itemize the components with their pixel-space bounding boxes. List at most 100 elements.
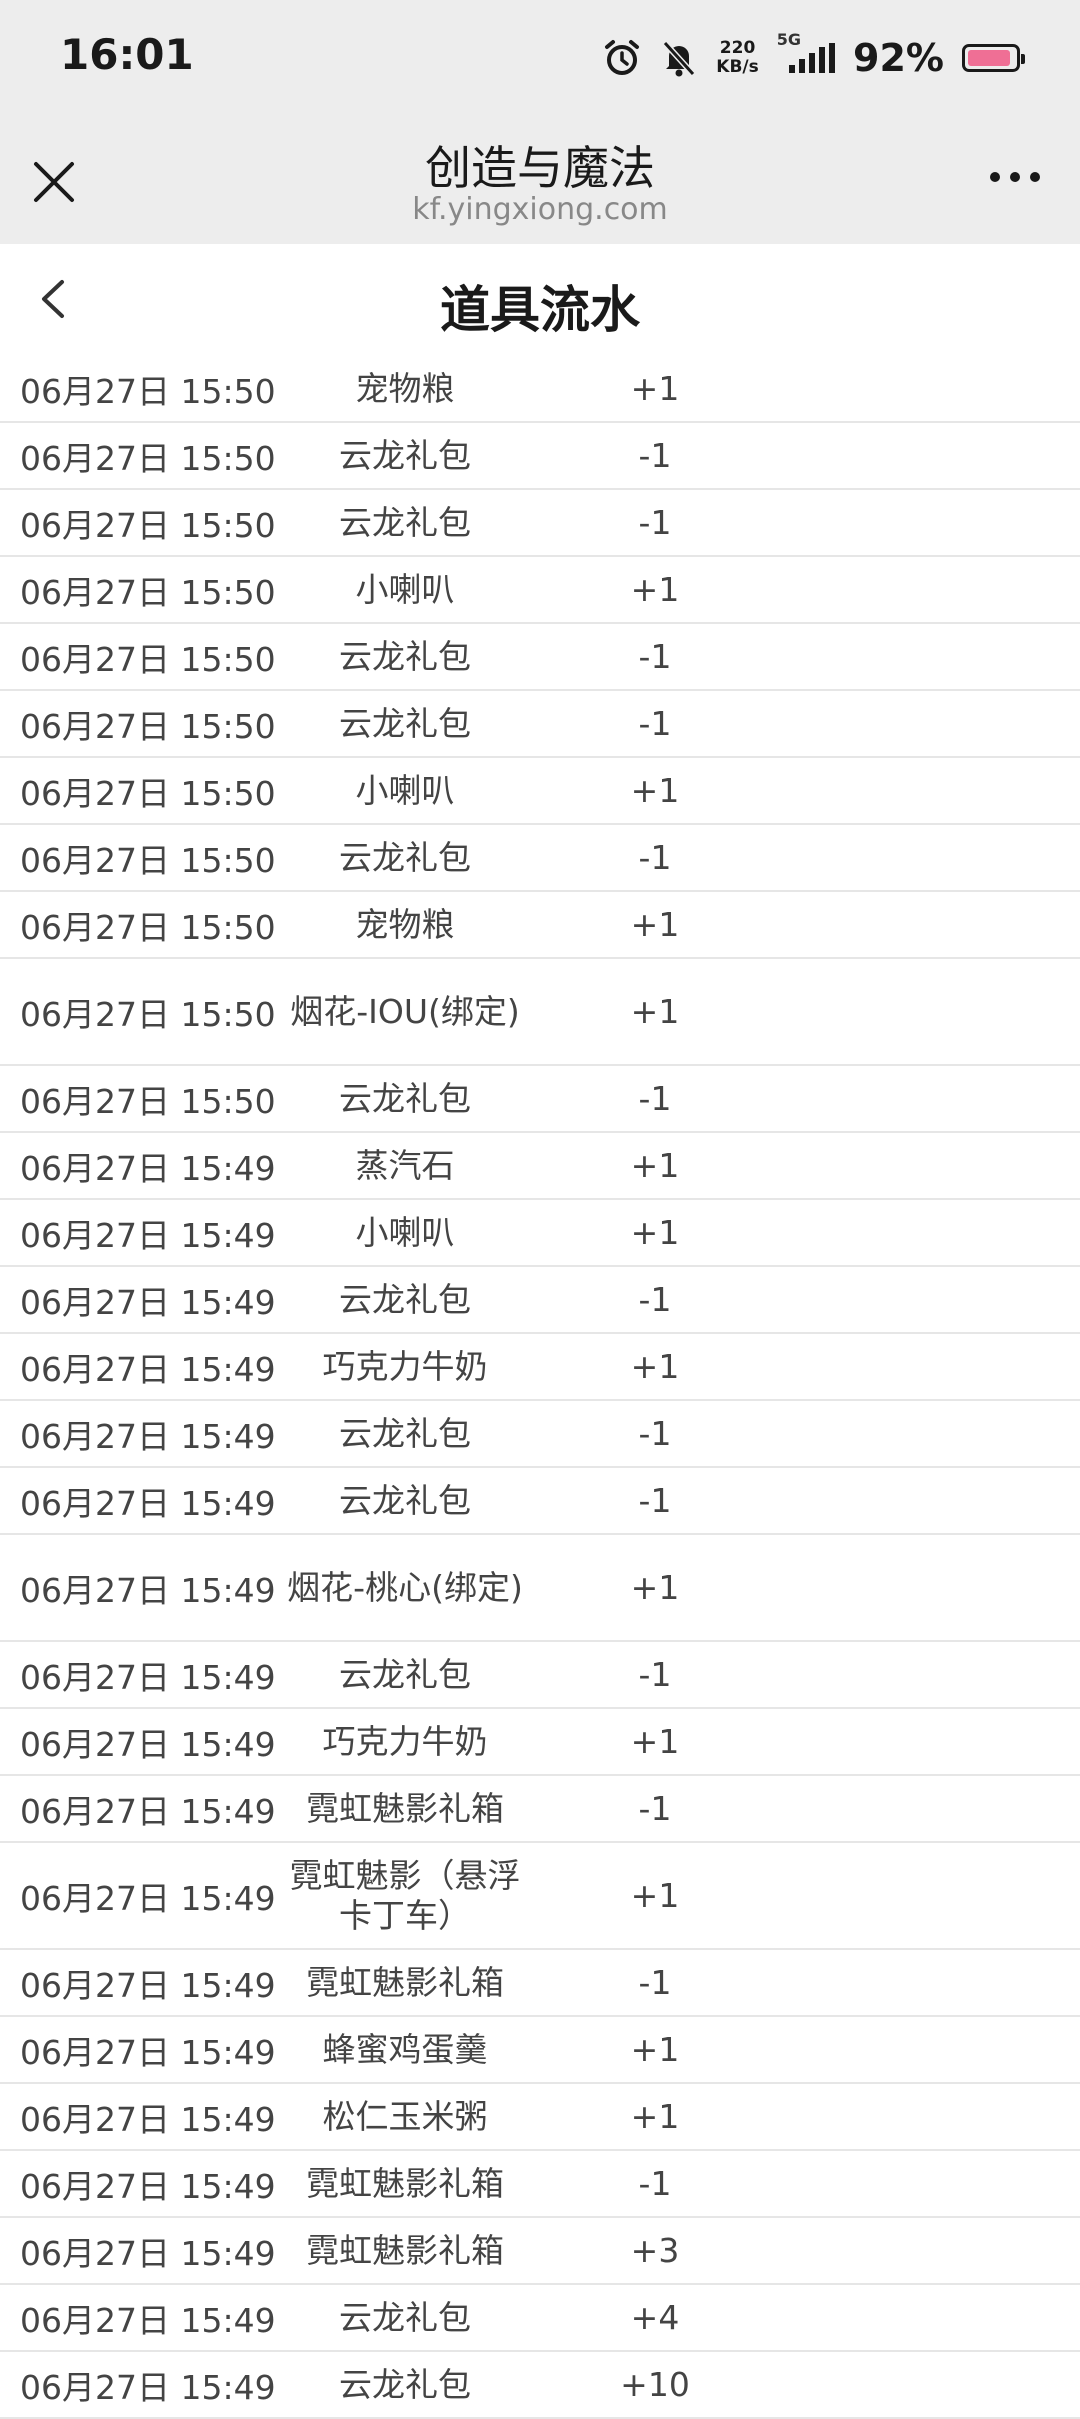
table-row: 06月27日 15:50 云龙礼包 -1 (0, 825, 1080, 892)
row-time: 06月27日 15:50 (20, 773, 276, 813)
table-row: 06月27日 15:49 霓虹魅影礼箱 +3 (0, 2218, 1080, 2285)
table-row: 06月27日 15:49 蒸汽石 +1 (0, 1133, 1080, 1200)
battery-icon (962, 44, 1025, 72)
table-row: 06月27日 15:49 霓虹魅影礼箱 -1 (0, 2151, 1080, 2218)
row-time: 06月27日 15:49 (20, 1349, 276, 1389)
network-type: 5G (776, 30, 802, 49)
row-time: 06月27日 15:50 (20, 840, 276, 880)
row-item-name: 云龙礼包 (339, 2364, 471, 2404)
table-row: 06月27日 15:50 云龙礼包 -1 (0, 1066, 1080, 1133)
row-delta: +1 (630, 771, 680, 810)
row-delta: +3 (630, 2231, 680, 2270)
table-row: 06月27日 15:49 云龙礼包 -1 (0, 1267, 1080, 1334)
row-delta: -1 (638, 1414, 672, 1453)
table-row: 06月27日 15:50 小喇叭 +1 (0, 557, 1080, 624)
row-item-name: 霓虹魅影礼箱 (306, 1962, 504, 2002)
row-delta: +10 (620, 2365, 690, 2404)
row-time: 06月27日 15:49 (20, 1416, 276, 1456)
row-item-name: 松仁玉米粥 (322, 2096, 488, 2136)
row-delta: +1 (630, 2030, 680, 2069)
row-delta: -1 (638, 1789, 672, 1828)
row-delta: -1 (638, 1655, 672, 1694)
table-row: 06月27日 15:49 云龙礼包 +10 (0, 2352, 1080, 2419)
row-delta: +1 (630, 570, 680, 609)
table-row: 06月27日 15:49 蜂蜜鸡蛋羹 +1 (0, 2017, 1080, 2084)
row-time: 06月27日 15:49 (20, 1148, 276, 1188)
row-time: 06月27日 15:50 (20, 505, 276, 545)
row-item-name: 云龙礼包 (339, 502, 471, 542)
table-row: 06月27日 15:49 云龙礼包 -1 (0, 1642, 1080, 1709)
alarm-icon (605, 40, 640, 75)
row-time: 06月27日 15:49 (20, 2032, 276, 2072)
battery-percent: 92% (853, 36, 944, 80)
status-time: 16:01 (60, 30, 194, 79)
row-time: 06月27日 15:50 (20, 572, 276, 612)
row-time: 06月27日 15:49 (20, 1878, 276, 1918)
row-time: 06月27日 15:49 (20, 1657, 276, 1697)
row-item-name: 霓虹魅影（悬浮卡丁车） (289, 1855, 521, 1935)
row-delta: -1 (638, 1079, 672, 1118)
row-delta: -1 (638, 1963, 672, 2002)
table-row: 06月27日 15:50 宠物粮 +1 (0, 892, 1080, 959)
row-delta: -1 (638, 2164, 672, 2203)
table-row: 06月27日 15:50 云龙礼包 -1 (0, 423, 1080, 490)
row-item-name: 云龙礼包 (339, 2297, 471, 2337)
row-delta: -1 (638, 637, 672, 676)
row-time: 06月27日 15:49 (20, 2367, 276, 2407)
row-item-name: 霓虹魅影礼箱 (306, 2163, 504, 2203)
table-row: 06月27日 15:49 小喇叭 +1 (0, 1200, 1080, 1267)
row-item-name: 蜂蜜鸡蛋羹 (322, 2029, 488, 2069)
more-icon[interactable] (990, 172, 1040, 182)
row-time: 06月27日 15:50 (20, 706, 276, 746)
row-item-name: 小喇叭 (355, 770, 455, 810)
table-row: 06月27日 15:50 小喇叭 +1 (0, 758, 1080, 825)
page-title: 道具流水 (440, 281, 640, 339)
site-domain: kf.yingxiong.com (412, 192, 668, 227)
table-row: 06月27日 15:50 云龙礼包 -1 (0, 490, 1080, 557)
table-row: 06月27日 15:49 松仁玉米粥 +1 (0, 2084, 1080, 2151)
row-time: 06月27日 15:49 (20, 2233, 276, 2273)
row-delta: -1 (638, 838, 672, 877)
row-item-name: 云龙礼包 (339, 837, 471, 877)
row-time: 06月27日 15:50 (20, 639, 276, 679)
table-row: 06月27日 15:50 云龙礼包 -1 (0, 624, 1080, 691)
row-time: 06月27日 15:49 (20, 1965, 276, 2005)
row-time: 06月27日 15:50 (20, 1081, 276, 1121)
row-delta: -1 (638, 436, 672, 475)
row-time: 06月27日 15:50 (20, 907, 276, 947)
row-delta: +4 (630, 2298, 680, 2337)
row-delta: +1 (630, 1213, 680, 1252)
row-item-name: 云龙礼包 (339, 1654, 471, 1694)
row-item-name: 宠物粮 (355, 368, 455, 408)
row-time: 06月27日 15:49 (20, 1215, 276, 1255)
row-delta: -1 (638, 503, 672, 542)
table-row: 06月27日 15:49 霓虹魅影（悬浮卡丁车） +1 (0, 1843, 1080, 1950)
row-time: 06月27日 15:49 (20, 1570, 276, 1610)
row-delta: +1 (630, 369, 680, 408)
row-time: 06月27日 15:50 (20, 438, 276, 478)
row-item-name: 烟花-IOU(绑定) (290, 991, 520, 1031)
row-delta: +1 (630, 1722, 680, 1761)
table-row: 06月27日 15:49 云龙礼包 -1 (0, 1468, 1080, 1535)
table-row: 06月27日 15:49 霓虹魅影礼箱 -1 (0, 1776, 1080, 1843)
table-row: 06月27日 15:49 烟花-桃心(绑定) +1 (0, 1535, 1080, 1642)
row-time: 06月27日 15:49 (20, 1282, 276, 1322)
signal-indicator: 5G (777, 30, 836, 73)
status-bar: 16:01 220 KB/s 5G 92% (0, 0, 1080, 112)
row-item-name: 巧克力牛奶 (322, 1721, 488, 1761)
table-row: 06月27日 15:49 巧克力牛奶 +1 (0, 1709, 1080, 1776)
browser-nav-bar: 创造与魔法 kf.yingxiong.com (0, 112, 1080, 244)
row-time: 06月27日 15:50 (20, 371, 276, 411)
table-row: 06月27日 15:50 云龙礼包 -1 (0, 691, 1080, 758)
status-icons: 220 KB/s 5G 92% (602, 30, 1025, 86)
row-delta: +1 (630, 905, 680, 944)
row-item-name: 小喇叭 (355, 569, 455, 609)
row-item-name: 云龙礼包 (339, 636, 471, 676)
row-item-name: 烟花-桃心(绑定) (287, 1567, 523, 1607)
row-delta: -1 (638, 1481, 672, 1520)
item-flow-list: 06月27日 15:50 宠物粮 +1 06月27日 15:50 云龙礼包 -1 06月27… (0, 356, 1080, 2419)
row-delta: -1 (638, 704, 672, 743)
net-speed: 220 KB/s (716, 38, 759, 77)
row-item-name: 云龙礼包 (339, 703, 471, 743)
table-row: 06月27日 15:49 云龙礼包 -1 (0, 1401, 1080, 1468)
